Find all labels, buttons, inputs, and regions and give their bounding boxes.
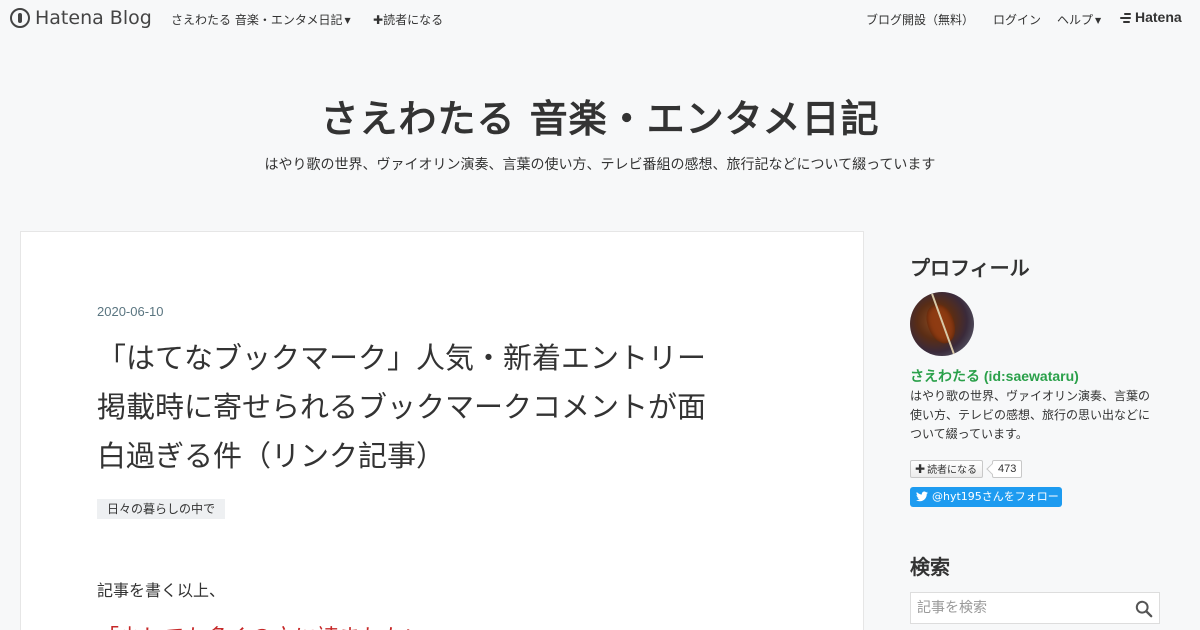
blog-menu-label: さえわたる 音楽・エンタメ日記 — [171, 13, 343, 27]
blog-description: はやり歌の世界、ヴァイオリン演奏、言葉の使い方、テレビ番組の感想、旅行記などにつ… — [264, 157, 936, 173]
entry-highlight-text: 「少しでも多くの方に読まれたい」 — [97, 620, 448, 630]
entry-date[interactable]: 2020-06-10 — [97, 304, 164, 319]
plus-icon: ✚ — [915, 462, 926, 476]
article-card: 2020-06-10 「はてなブックマーク」人気・新着エントリー 掲載時に寄せら… — [20, 231, 864, 630]
login-link[interactable]: ログイン — [993, 11, 1041, 28]
profile-heading: プロフィール — [910, 256, 1030, 280]
twitter-follow-label: @hyt195さんをフォロー — [932, 490, 1059, 503]
subscribe-label: 読者になる — [383, 13, 444, 27]
entry-title-line: 「はてなブックマーク」人気・新着エントリー — [97, 341, 707, 375]
twitter-follow-button[interactable]: @hyt195さんをフォロー — [910, 487, 1062, 507]
search-icon[interactable] — [1135, 600, 1153, 618]
help-label: ヘルプ — [1057, 13, 1094, 27]
entry-body-text: 記事を書く以上、 — [97, 581, 226, 600]
twitter-bird-icon — [916, 491, 928, 502]
hatena-logo[interactable]: Hatena — [1120, 9, 1182, 25]
brand-label: Hatena Blog — [35, 7, 152, 29]
global-header: Hatena Blog さえわたる 音楽・エンタメ日記 ▼ ✚読者になる ブログ開… — [0, 0, 1200, 36]
subscribe-button-label: 読者になる — [927, 465, 978, 476]
entry-title-line: 掲載時に寄せられるブックマークコメントが面 — [97, 390, 707, 424]
category-tag[interactable]: 日々の暮らしの中で — [97, 499, 226, 519]
entry-title[interactable]: 「はてなブックマーク」人気・新着エントリー 掲載時に寄せられるブックマークコメン… — [97, 334, 797, 481]
plus-icon: ✚ — [373, 13, 384, 27]
blog-menu-dropdown[interactable]: さえわたる 音楽・エンタメ日記 ▼ — [171, 11, 351, 28]
caret-down-icon: ▼ — [344, 16, 351, 25]
blog-title[interactable]: さえわたる 音楽・エンタメ日記 — [0, 88, 1200, 143]
reader-count: 473 — [992, 460, 1023, 478]
entry-title-line: 白過ぎる件（リンク記事） — [97, 439, 446, 473]
hatena-lines-icon — [1120, 12, 1133, 23]
open-blog-link[interactable]: ブログ開設（無料） — [866, 11, 974, 28]
avatar[interactable] — [910, 292, 974, 356]
hatena-blog-logo-icon — [10, 8, 30, 28]
search-input[interactable] — [911, 593, 1131, 623]
caret-down-icon: ▼ — [1095, 16, 1102, 25]
subscribe-link[interactable]: ✚読者になる — [373, 11, 443, 28]
subscribe-button[interactable]: ✚ 読者になる — [910, 460, 984, 478]
help-dropdown[interactable]: ヘルプ ▼ — [1057, 11, 1101, 28]
profile-name-link[interactable]: さえわたる (id:saewataru) — [910, 366, 1079, 386]
hatena-label: Hatena — [1135, 9, 1182, 25]
search-box — [910, 592, 1160, 624]
profile-description: はやり歌の世界、ヴァイオリン演奏、言葉の使い方、テレビの感想、旅行の思い出などに… — [910, 389, 1151, 441]
hatena-blog-logo[interactable]: Hatena Blog — [10, 7, 152, 29]
search-heading: 検索 — [910, 555, 950, 579]
